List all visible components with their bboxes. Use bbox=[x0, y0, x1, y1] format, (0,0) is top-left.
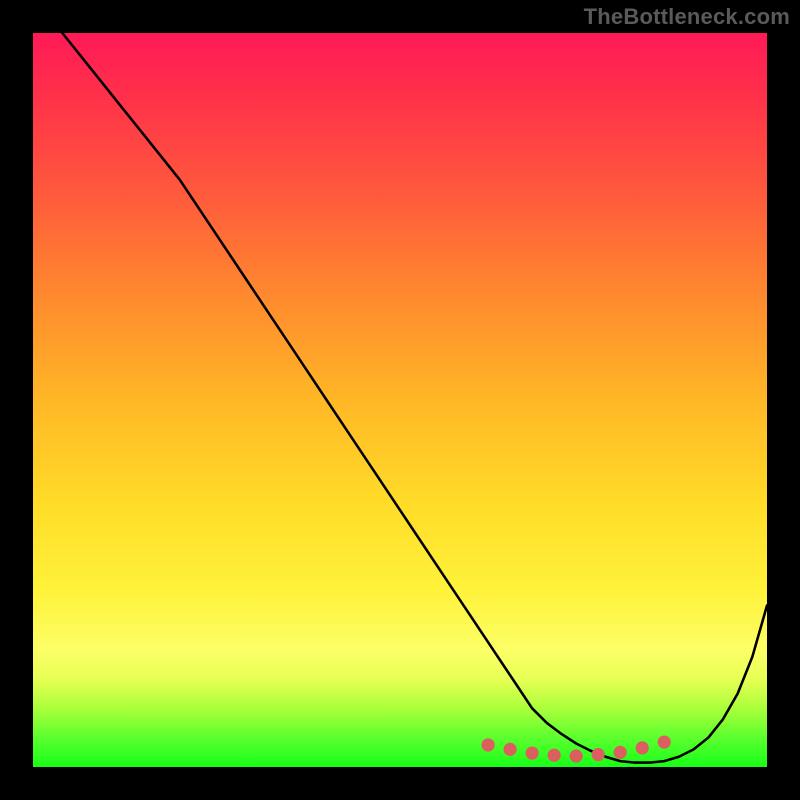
watermark-label: TheBottleneck.com bbox=[584, 4, 790, 30]
marker-dot bbox=[592, 748, 605, 761]
marker-dot bbox=[548, 749, 561, 762]
plot-area bbox=[33, 33, 767, 767]
marker-dot bbox=[481, 738, 494, 751]
marker-dot bbox=[658, 735, 671, 748]
marker-dot bbox=[526, 746, 539, 759]
chart-frame: TheBottleneck.com bbox=[0, 0, 800, 800]
bottom-markers bbox=[481, 735, 670, 762]
bottleneck-curve bbox=[62, 33, 767, 763]
marker-dot bbox=[614, 746, 627, 759]
marker-dot bbox=[636, 741, 649, 754]
marker-dot bbox=[570, 749, 583, 762]
marker-dot bbox=[503, 743, 516, 756]
curve-svg bbox=[33, 33, 767, 767]
